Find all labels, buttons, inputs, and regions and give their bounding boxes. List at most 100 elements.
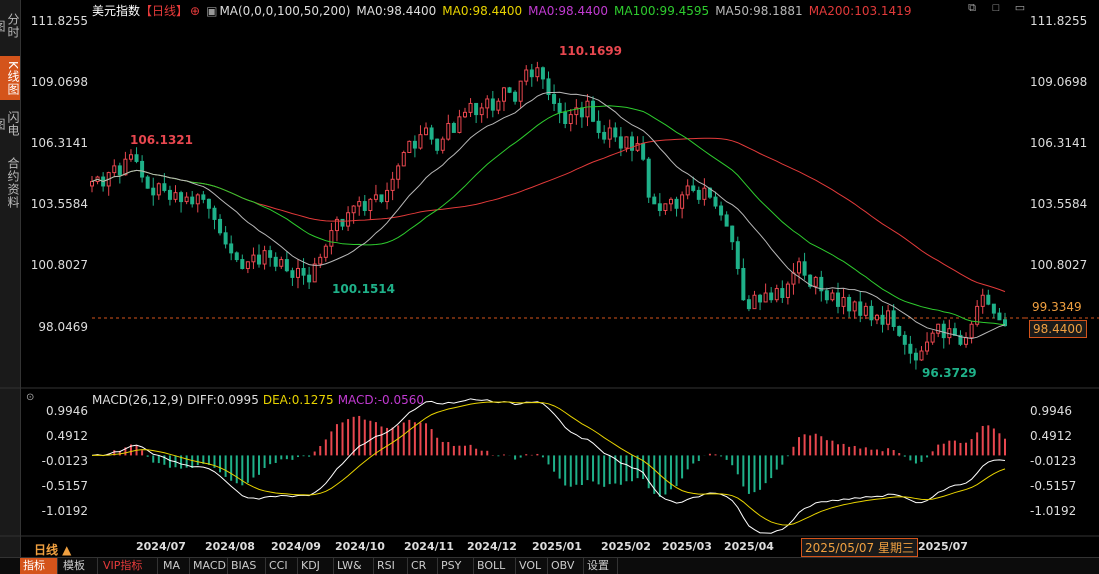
candle-body: [117, 165, 122, 176]
candle-body: [908, 343, 913, 354]
candle-body: [451, 123, 456, 133]
candle-body: [145, 176, 150, 189]
candle-body: [986, 294, 991, 305]
candle-body: [462, 111, 467, 118]
ma100-value: MA100:99.4595: [614, 4, 710, 18]
toolbar-templates[interactable]: 模板: [60, 558, 98, 574]
macd-axis-left-4: -0.5157: [41, 479, 88, 493]
candle-body: [279, 259, 284, 267]
macd-axis-left-2: 0.4912: [46, 429, 88, 443]
candle-body: [874, 314, 879, 321]
candle-body: [507, 87, 512, 93]
time-label: 2025/03: [662, 540, 712, 553]
candlestick-chart[interactable]: [0, 0, 1099, 573]
candle-body: [919, 350, 924, 361]
candle-body: [1003, 319, 1007, 327]
candle-body: [446, 123, 451, 140]
macd-axis-right-1: 0.9946: [1030, 404, 1072, 418]
candle-body: [479, 107, 484, 116]
candle-body: [858, 301, 863, 316]
tab-timeshare-chart[interactable]: 分时图: [0, 4, 20, 48]
candle-body: [346, 212, 351, 227]
restore-window-icon[interactable]: ⧉: [966, 2, 978, 14]
macd-collapse-icon[interactable]: ⊙: [26, 392, 34, 403]
annotation-low-a: 100.1514: [332, 282, 396, 296]
toolbar-psy[interactable]: PSY: [438, 558, 474, 574]
price-axis-right-5: 100.8027: [1030, 258, 1088, 272]
toolbar-vip-indicators[interactable]: VIP指标: [100, 558, 158, 574]
candle-body: [641, 143, 646, 160]
candle-body: [925, 341, 930, 352]
candle-body: [268, 250, 273, 258]
candle-body: [596, 120, 601, 133]
settings-icon[interactable]: ⊕: [190, 4, 200, 18]
candle-body: [412, 140, 417, 149]
candle-body: [980, 294, 985, 307]
candle-body: [546, 78, 551, 96]
candle-body: [758, 294, 763, 303]
candle-body: [529, 69, 534, 78]
toolbar-cr[interactable]: CR: [408, 558, 438, 574]
toolbar-boll[interactable]: BOLL: [474, 558, 516, 574]
ma-value: MA0:98.4400: [356, 4, 437, 18]
toolbar-obv[interactable]: OBV: [548, 558, 584, 574]
toolbar-bias[interactable]: BIAS: [228, 558, 266, 574]
indicator-toggle-icon[interactable]: ▣: [206, 4, 217, 18]
candle-body: [429, 127, 434, 140]
maximize-window-icon[interactable]: □: [990, 2, 1002, 14]
candle-body: [847, 296, 852, 312]
toolbar-indicators[interactable]: 指标: [20, 558, 58, 574]
candle-body: [691, 185, 696, 191]
candle-body: [201, 194, 206, 200]
annotation-high: 110.1699: [559, 44, 623, 58]
toolbar-lw[interactable]: LW&: [334, 558, 374, 574]
candle-body: [724, 214, 729, 227]
candle-body: [401, 152, 406, 167]
candle-body: [457, 116, 462, 133]
candle-body: [852, 301, 857, 312]
candle-body: [936, 323, 941, 334]
ma200-value: MA200:103.1419: [808, 4, 912, 18]
minimize-window-icon[interactable]: ▭: [1014, 2, 1026, 14]
candle-body: [947, 328, 952, 339]
candle-body: [323, 245, 328, 258]
toolbar-rsi[interactable]: RSI: [374, 558, 408, 574]
macd-value: MACD:-0.0560: [337, 393, 425, 407]
instrument-title: 美元指数: [92, 4, 141, 18]
candle-body: [630, 136, 635, 151]
ma100-line: [91, 105, 1006, 326]
tab-flash-chart[interactable]: 闪电图: [0, 102, 20, 146]
candle-body: [830, 292, 835, 301]
candle-body: [769, 292, 774, 301]
toolbar-settings[interactable]: 设置: [584, 558, 618, 574]
toolbar-vol[interactable]: VOL: [516, 558, 548, 574]
candle-body: [657, 203, 662, 211]
candle-body: [991, 303, 996, 314]
candle-body: [702, 187, 707, 200]
candle-body: [869, 305, 874, 321]
candle-body: [613, 127, 618, 138]
candle-body: [719, 205, 724, 216]
candle-body: [418, 134, 423, 149]
toolbar-ma[interactable]: MA: [160, 558, 190, 574]
candle-body: [106, 172, 111, 187]
candle-body: [251, 254, 256, 263]
candle-body: [741, 267, 746, 301]
time-label: 2025/01: [532, 540, 582, 553]
period-tag[interactable]: 【日线】: [140, 4, 188, 18]
candle-body: [368, 198, 373, 211]
price-axis-left-3: 106.3141: [30, 136, 88, 150]
toolbar-kdj[interactable]: KDJ: [298, 558, 334, 574]
candle-body: [518, 80, 523, 102]
toolbar-cci[interactable]: CCI: [266, 558, 298, 574]
candle-body: [969, 323, 974, 339]
toolbar-macd[interactable]: MACD: [190, 558, 228, 574]
candle-body: [390, 178, 395, 191]
tab-kline-chart[interactable]: K线图: [0, 56, 20, 100]
tab-contract-info[interactable]: 合约资料: [0, 152, 20, 214]
candle-body: [513, 91, 518, 102]
candle-body: [496, 100, 501, 111]
candle-body: [373, 194, 378, 200]
time-label: 2024/07: [136, 540, 186, 553]
period-selector[interactable]: 日线 ▲: [34, 541, 71, 558]
